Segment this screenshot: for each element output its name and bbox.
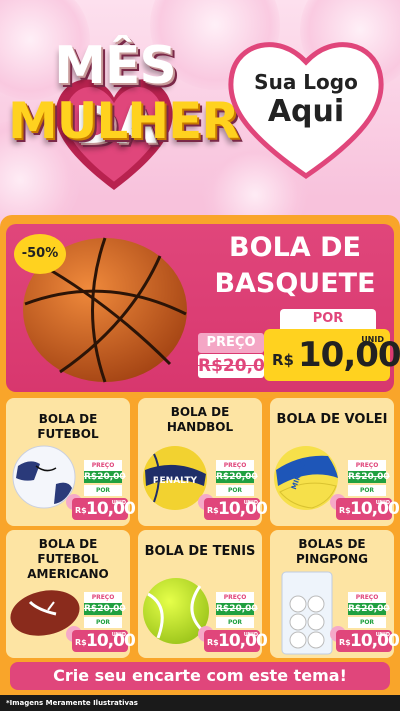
product-title: BOLA DE VOLEI <box>276 412 388 427</box>
product-new-price: 10,00 <box>86 631 136 651</box>
title-line-2: MULHER <box>8 92 240 150</box>
product-new-price: 10,00 <box>86 499 136 519</box>
product-title: BOLA DE FUTEBOL <box>37 412 99 441</box>
product-currency: R$ <box>75 506 87 515</box>
discount-badge: -50% <box>14 234 66 274</box>
product-preco-label: PREÇO <box>84 592 122 603</box>
product-new-price-tag: R$ 10,00 UNID <box>72 630 136 652</box>
product-new-price: 10,00 <box>350 499 400 519</box>
product-unit: UNID <box>111 632 126 638</box>
product-unit: UNID <box>111 500 126 506</box>
product-new-price-tag: R$ 10,00 UNID <box>336 630 400 652</box>
product-title: BOLA DE FUTEBOL AMERICANO <box>27 537 109 581</box>
product-unit: UNID <box>243 632 258 638</box>
title-block: MÊS DA MULHER <box>8 28 240 198</box>
product-title: BOLAS DE PINGPONG <box>295 537 369 566</box>
product-old-price: R$20,00 <box>348 471 390 483</box>
product-preco-label: PREÇO <box>216 460 254 471</box>
cta-button[interactable]: Crie seu encarte com este tema! <box>10 662 390 690</box>
product-por-label: POR <box>84 485 122 496</box>
product-unit: UNID <box>375 632 390 638</box>
product-por-label: POR <box>216 617 254 628</box>
product-unit: UNID <box>243 500 258 506</box>
product-currency: R$ <box>207 506 219 515</box>
logo-line-2: Aqui <box>267 94 345 129</box>
product-old-price: R$20,00 <box>84 471 126 483</box>
featured-currency: R$ <box>272 351 294 369</box>
product-old-price: R$20,00 <box>348 603 390 615</box>
product-new-price-tag: R$ 10,00 UNID <box>336 498 400 520</box>
product-title: BOLA DE HANDBOL <box>166 405 234 434</box>
product-unit: UNID <box>375 500 390 506</box>
featured-new-price: 10,00 <box>298 335 400 375</box>
product-preco-label: PREÇO <box>348 592 386 603</box>
logo-line-1: Sua Logo <box>254 70 358 94</box>
featured-old-price: R$20,00 <box>198 354 277 378</box>
featured-new-price-tag: R$ 10,00 UNID <box>264 329 400 381</box>
product-new-price: 10,00 <box>218 631 268 651</box>
pingpong-balls-icon <box>281 571 333 655</box>
product-old-price: R$20,00 <box>216 471 258 483</box>
featured-unit: UNID <box>361 335 384 344</box>
product-por-label: POR <box>84 617 122 628</box>
featured-title: BOLA DE BASQUETE <box>200 230 390 302</box>
product-title: BOLA DE TENIS <box>144 544 256 559</box>
product-por-label: POR <box>348 485 386 496</box>
featured-title-line-1: BOLA DE <box>229 232 361 263</box>
featured-por-label: POR <box>280 309 376 329</box>
product-currency: R$ <box>339 638 351 647</box>
product-new-price-tag: R$ 10,00 UNID <box>204 498 268 520</box>
product-old-price: R$20,00 <box>216 603 258 615</box>
product-old-price: R$20,00 <box>84 603 126 615</box>
footnote: *Imagens Meramente Ilustrativas <box>0 695 400 711</box>
product-new-price: 10,00 <box>218 499 268 519</box>
product-new-price: 10,00 <box>350 631 400 651</box>
featured-preco-label: PREÇO <box>198 333 264 353</box>
product-currency: R$ <box>207 638 219 647</box>
featured-title-line-2: BASQUETE <box>214 268 376 299</box>
product-preco-label: PREÇO <box>348 460 386 471</box>
product-por-label: POR <box>216 485 254 496</box>
product-preco-label: PREÇO <box>84 460 122 471</box>
logo-placeholder[interactable]: Sua Logo Aqui <box>222 70 390 130</box>
product-currency: R$ <box>339 506 351 515</box>
product-preco-label: PREÇO <box>216 592 254 603</box>
product-por-label: POR <box>348 617 386 628</box>
product-new-price-tag: R$ 10,00 UNID <box>72 498 136 520</box>
flyer-page: MÊS DA MULHER Sua Logo Aqui -50% BOLA DE… <box>0 0 400 711</box>
product-currency: R$ <box>75 638 87 647</box>
product-new-price-tag: R$ 10,00 UNID <box>204 630 268 652</box>
